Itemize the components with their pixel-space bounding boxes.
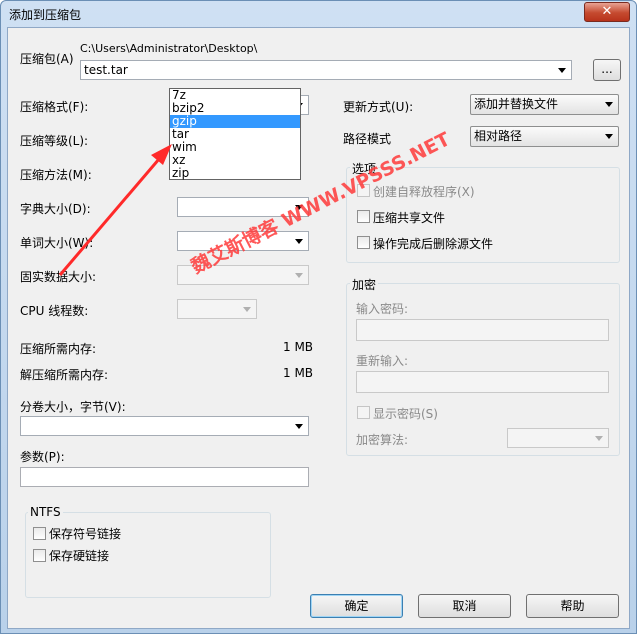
annotation-arrow: [58, 144, 172, 276]
arrow-line: [58, 151, 167, 276]
arrow-head-icon: [151, 144, 172, 165]
